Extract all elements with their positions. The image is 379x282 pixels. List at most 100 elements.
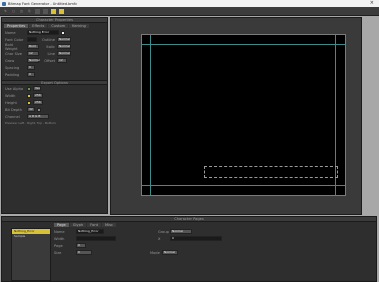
prop-extra-label: Italic <box>46 44 55 49</box>
window-title: Bitmap Font Generator - Untitled.bmfc <box>8 1 78 6</box>
bprop-row-0: Name Nothing_Error Group Normal <box>54 228 374 235</box>
toolbar-btn-0[interactable]: ✎ <box>3 9 8 14</box>
tab-effects[interactable]: Effects <box>29 24 48 28</box>
height-checkbox[interactable] <box>27 100 31 105</box>
toolbar-tool-2[interactable] <box>43 8 48 14</box>
bprop-row-2: Page 0 <box>54 242 374 249</box>
right-margin <box>365 17 379 215</box>
name-label: Name <box>5 30 16 35</box>
prop-input[interactable]: Bold <box>27 44 39 49</box>
close-button[interactable]: × <box>370 0 374 6</box>
name-input[interactable]: Nothing Error <box>27 30 59 35</box>
tab-page[interactable]: Page <box>54 223 69 227</box>
toolbar-tool-4-active[interactable] <box>59 8 64 14</box>
tab-kerning[interactable]: Kerning <box>69 24 89 28</box>
prop-label: Padding <box>5 72 20 77</box>
export-value[interactable]: A R G B <box>27 114 49 119</box>
size-field[interactable]: 0 <box>76 250 92 255</box>
export-label: Use Alpha <box>5 86 24 91</box>
prop-input[interactable]: 0 <box>27 65 35 70</box>
export-row-3: Bit Depth 32 <box>2 106 107 113</box>
page-props: Name Nothing_Error Group Normal Width X … <box>54 228 374 281</box>
selection-rect[interactable] <box>204 166 338 178</box>
name-label: Name <box>54 229 65 234</box>
group-select[interactable]: Normal <box>170 229 192 234</box>
prop-label: Grow <box>5 58 15 63</box>
prop-extra[interactable]: Normal <box>57 51 71 56</box>
viewport[interactable] <box>110 17 362 215</box>
footer-note-row: Preview: Left - Right, Top - Bottom <box>2 120 107 125</box>
bottom-panel: Character Pages Page Glyph Font Misc Not… <box>1 216 377 282</box>
tab-misc[interactable]: Misc <box>102 223 116 227</box>
prop-extra[interactable]: Normal <box>57 44 71 49</box>
prop-extra[interactable]: Normal <box>57 37 71 42</box>
toolbar: ✎ ▢ ◫ ⎘ <box>0 7 379 16</box>
x-field[interactable]: 0 <box>170 236 222 241</box>
toolbar-btn-1[interactable]: ▢ <box>11 9 16 14</box>
tab-font[interactable]: Font <box>87 223 102 227</box>
export-row-0: Use Alpha Yes <box>2 85 107 92</box>
tab-glyph[interactable]: Glyph <box>69 223 87 227</box>
canvas[interactable] <box>141 34 346 196</box>
tab-custom[interactable]: Custom <box>48 24 69 28</box>
page-label: Page <box>54 243 63 248</box>
export-label: Channel <box>5 114 20 119</box>
color-swatch[interactable] <box>61 30 65 35</box>
export-value[interactable]: 256 <box>33 100 43 105</box>
toolbar-btn-3[interactable]: ⎘ <box>27 9 32 14</box>
prop-extra-label: Line <box>47 51 56 56</box>
tab-properties[interactable]: Properties <box>4 24 29 28</box>
prop-input[interactable]: Normal <box>27 58 40 63</box>
group-label: Group <box>158 229 169 234</box>
prop-label: Spacing <box>5 65 20 70</box>
guide-line-h2[interactable] <box>142 185 345 186</box>
export-row-2: Height 256 <box>2 99 107 106</box>
app-icon <box>2 1 6 6</box>
prop-row-1: Bold Weight Bold Italic Normal <box>2 42 107 51</box>
prop-row-3: Grow Normal Offset 12 <box>2 57 107 64</box>
prop-input[interactable] <box>27 37 37 42</box>
export-label: Width <box>5 93 16 98</box>
guide-line-v1[interactable] <box>150 35 151 195</box>
page-list[interactable]: Nothing_Error Sample <box>11 228 51 281</box>
mode-select[interactable]: Normal <box>162 250 178 255</box>
prop-label: Bold Weight <box>5 42 18 51</box>
bprop-row-1: Width X 0 <box>54 235 374 242</box>
guide-line-h1[interactable] <box>142 44 345 45</box>
export-row-1: Width 256 <box>2 92 107 99</box>
prop-extra-label: Offset <box>44 58 55 63</box>
export-value[interactable]: Yes <box>33 86 41 91</box>
prop-extra[interactable]: 12 <box>57 58 67 63</box>
prop-label: Char Size <box>5 51 22 56</box>
name-field[interactable]: Nothing_Error <box>76 229 104 234</box>
export-label: Bit Depth <box>5 107 22 112</box>
prop-input[interactable]: 12 <box>27 51 39 56</box>
prop-label: Font Color <box>5 37 24 42</box>
list-item[interactable]: Sample <box>12 234 50 239</box>
depth-checkbox[interactable] <box>37 107 41 112</box>
prop-row-4: Spacing 0 <box>2 64 107 71</box>
prop-row-2: Char Size 12 Line Normal <box>2 50 107 57</box>
title-bar: Bitmap Font Generator - Untitled.bmfc × <box>0 0 379 7</box>
export-label: Height <box>5 100 17 105</box>
name-row: Name Nothing Error <box>2 29 107 36</box>
bprop-row-3: Size 0 Mode Normal <box>54 249 374 256</box>
mode-label: Mode <box>150 250 160 255</box>
export-row-4: Channel A R G B <box>2 113 107 120</box>
size-label: Size <box>54 250 62 255</box>
page-field[interactable]: 0 <box>76 243 86 248</box>
prop-extra-label: Outline <box>41 37 55 42</box>
width-field[interactable] <box>76 236 116 241</box>
toolbar-btn-2[interactable]: ◫ <box>19 9 24 14</box>
alpha-checkbox[interactable] <box>27 86 31 91</box>
export-value[interactable]: 32 <box>27 107 35 112</box>
x-label: X <box>158 236 161 241</box>
toolbar-tool-3-active[interactable] <box>51 8 56 14</box>
toolbar-tool-1[interactable] <box>35 8 40 14</box>
width-checkbox[interactable] <box>27 93 31 98</box>
left-properties-panel: Character Properties Properties Effects … <box>1 17 108 214</box>
prop-row-5: Padding 0 <box>2 71 107 78</box>
export-value[interactable]: 256 <box>33 93 43 98</box>
prop-input[interactable]: 0 <box>27 72 35 77</box>
footer-note: Preview: Left - Right, Top - Bottom <box>5 120 56 125</box>
